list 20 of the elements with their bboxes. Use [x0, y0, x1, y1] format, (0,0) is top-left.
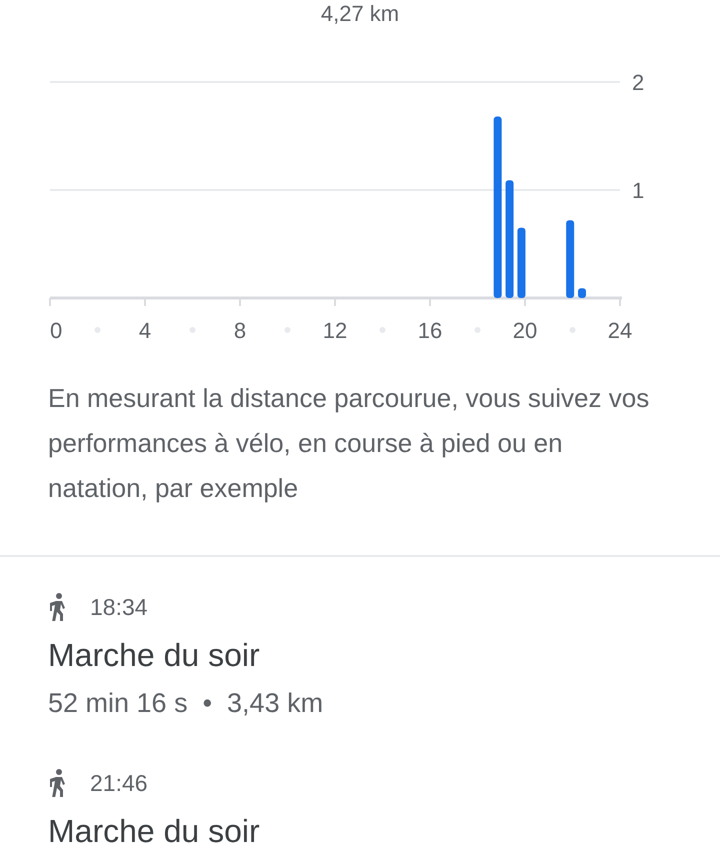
total-distance: 4,27 km [320, 0, 400, 28]
y-tick-label: 1 [632, 178, 644, 203]
y-tick-label: 2 [632, 70, 644, 95]
x-tick-label: 20 [512, 318, 538, 343]
activity-stats: 52 min 16 s • 3,43 km [48, 688, 324, 718]
walking-person-icon [48, 593, 68, 621]
bar [578, 288, 586, 298]
bar [517, 228, 526, 298]
x-tick-label: 24 [608, 318, 632, 343]
x-tick-label: 16 [418, 318, 442, 343]
walking-person-icon [48, 769, 68, 797]
activity-title: Marche du soir [48, 637, 260, 673]
activity-title: Marche du soir [48, 813, 260, 849]
x-tick-label: 12 [322, 318, 348, 343]
x-tick-label: 8 [234, 318, 246, 343]
x-tick-label: 0 [50, 318, 62, 343]
description: En mesurant la distance parcourue, vous suivez vos performances à vélo, en course à pied ou en natation, par exemple [48, 382, 650, 505]
x-tick-label: 4 [138, 318, 152, 343]
activity-time: 21:46 [90, 768, 148, 798]
activity-time: 18:34 [90, 592, 148, 622]
